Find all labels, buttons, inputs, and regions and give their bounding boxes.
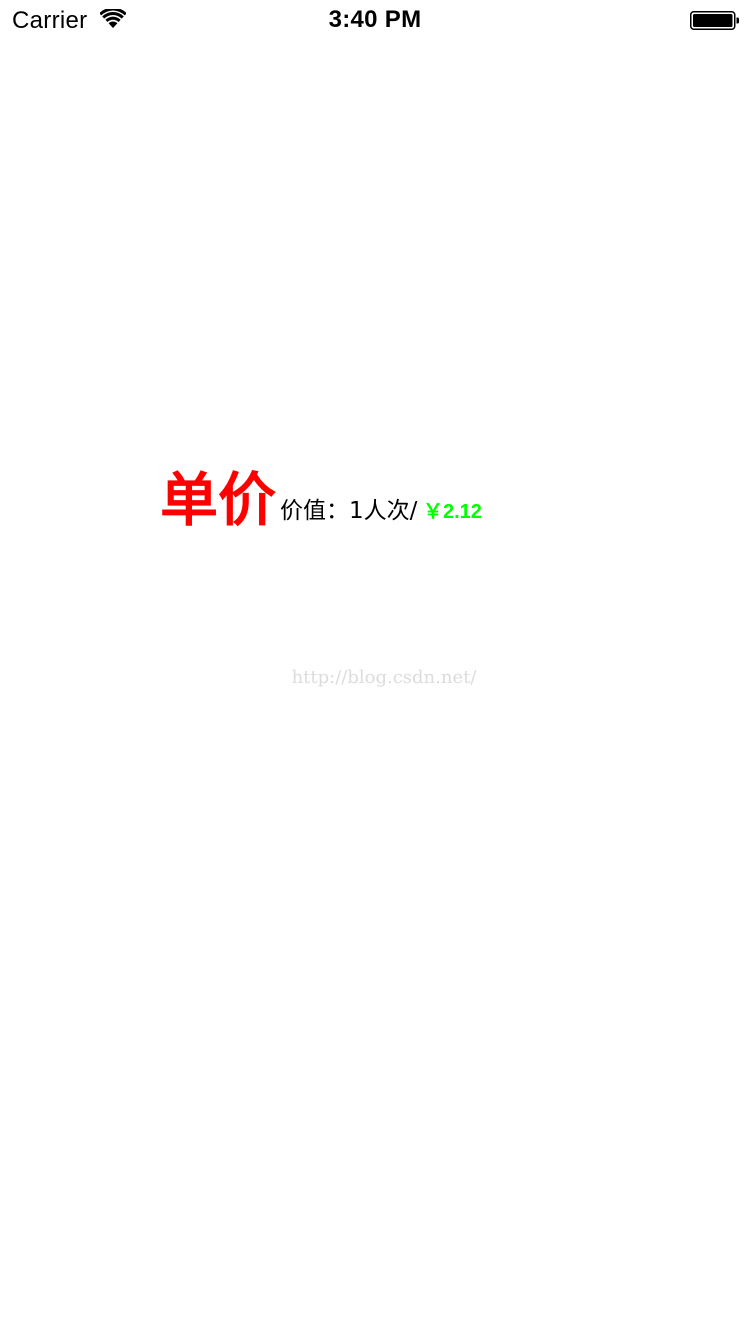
status-time: 3:40 PM bbox=[328, 6, 422, 33]
battery-full-icon bbox=[690, 11, 740, 31]
value-per-person-label: 价值：1人次/ bbox=[280, 498, 418, 524]
unit-price-title: 单价 bbox=[160, 466, 277, 534]
watermark-url: http://blog.csdn.net/ bbox=[291, 667, 477, 688]
status-bar: Carrier 3:40 PM bbox=[0, 0, 750, 40]
price-value: ￥2.12 bbox=[423, 501, 482, 523]
